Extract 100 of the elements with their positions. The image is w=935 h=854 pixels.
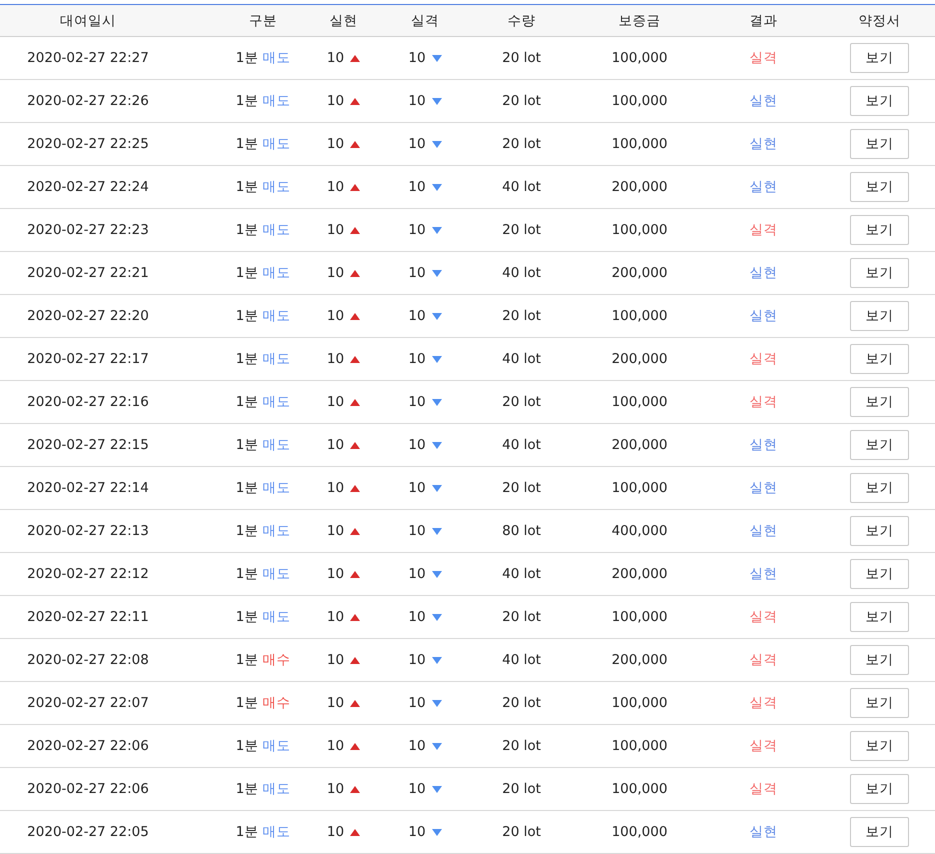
deposit-text: 100,000	[612, 738, 668, 754]
down-triangle-icon	[432, 184, 442, 190]
view-button[interactable]: 보기	[850, 817, 909, 847]
up-triangle-icon	[350, 54, 360, 62]
interval-text: 1분	[236, 823, 258, 841]
view-button[interactable]: 보기	[850, 387, 909, 417]
deposit-text: 100,000	[612, 394, 668, 410]
datetime-text: 2020-02-27 22:08	[27, 652, 149, 668]
deposit-text: 200,000	[612, 566, 668, 582]
quantity-text: 20 lot	[502, 222, 541, 238]
deposit-text: 100,000	[612, 609, 668, 625]
deposit-text: 100,000	[612, 308, 668, 324]
datetime-text: 2020-02-27 22:21	[27, 265, 149, 281]
interval-text: 1분	[236, 436, 258, 454]
count-text: 10	[326, 781, 344, 797]
count-text: 10	[326, 136, 344, 152]
deposit-text: 100,000	[612, 824, 668, 840]
count-text: 10	[408, 93, 426, 109]
view-button[interactable]: 보기	[850, 516, 909, 546]
view-button[interactable]: 보기	[850, 215, 909, 245]
view-button[interactable]: 보기	[850, 258, 909, 288]
count-text: 10	[326, 738, 344, 754]
count-text: 10	[408, 136, 426, 152]
result-text: 실격	[750, 780, 778, 798]
down-triangle-icon	[432, 98, 442, 104]
result-text: 실현	[750, 92, 778, 110]
interval-text: 1분	[236, 393, 258, 411]
quantity-text: 20 lot	[502, 824, 541, 840]
up-triangle-icon	[350, 356, 360, 362]
result-text: 실현	[750, 135, 778, 153]
view-button[interactable]: 보기	[850, 559, 909, 589]
count-text: 10	[326, 265, 344, 281]
column-header: 대여일시	[60, 12, 116, 30]
count-text: 10	[326, 652, 344, 668]
view-button[interactable]: 보기	[850, 301, 909, 331]
result-text: 실격	[750, 694, 778, 712]
count-text: 10	[326, 50, 344, 66]
datetime-text: 2020-02-27 22:23	[27, 222, 149, 238]
down-triangle-icon	[432, 140, 442, 148]
result-text: 실현	[750, 565, 778, 583]
interval-text: 1분	[236, 651, 258, 669]
view-button[interactable]: 보기	[850, 129, 909, 159]
view-button[interactable]: 보기	[850, 774, 909, 804]
count-text: 10	[408, 437, 426, 453]
interval-text: 1분	[236, 221, 258, 239]
down-triangle-icon	[432, 656, 442, 664]
quantity-text: 20 lot	[502, 738, 541, 754]
quantity-text: 80 lot	[502, 523, 541, 539]
interval-text: 1분	[236, 522, 258, 540]
deposit-text: 100,000	[612, 93, 668, 109]
up-triangle-icon	[350, 786, 360, 792]
side-text: 매도	[262, 608, 290, 626]
side-text: 매도	[262, 307, 290, 325]
up-triangle-icon	[350, 742, 360, 750]
view-button[interactable]: 보기	[850, 344, 909, 374]
result-text: 실현	[750, 823, 778, 841]
view-button[interactable]: 보기	[850, 602, 909, 632]
quantity-text: 20 lot	[502, 93, 541, 109]
view-button[interactable]: 보기	[850, 731, 909, 761]
view-button[interactable]: 보기	[850, 430, 909, 460]
result-text: 실현	[750, 307, 778, 325]
side-text: 매도	[262, 522, 290, 540]
interval-text: 1분	[236, 479, 258, 497]
interval-text: 1분	[236, 92, 258, 110]
side-text: 매도	[262, 737, 290, 755]
count-text: 10	[326, 394, 344, 410]
datetime-text: 2020-02-27 22:11	[27, 609, 149, 625]
result-text: 실격	[750, 350, 778, 368]
deposit-text: 200,000	[612, 652, 668, 668]
interval-text: 1분	[236, 49, 258, 67]
view-button[interactable]: 보기	[850, 473, 909, 503]
deposit-text: 100,000	[612, 781, 668, 797]
count-text: 10	[408, 523, 426, 539]
datetime-text: 2020-02-27 22:25	[27, 136, 149, 152]
view-button[interactable]: 보기	[850, 43, 909, 73]
side-text: 매도	[262, 221, 290, 239]
view-button[interactable]: 보기	[850, 86, 909, 116]
side-text: 매도	[262, 565, 290, 583]
view-button[interactable]: 보기	[850, 172, 909, 202]
interval-text: 1분	[236, 737, 258, 755]
interval-text: 1분	[236, 694, 258, 712]
deposit-text: 200,000	[612, 437, 668, 453]
interval-text: 1분	[236, 780, 258, 798]
view-button[interactable]: 보기	[850, 688, 909, 718]
datetime-text: 2020-02-27 22:06	[27, 738, 149, 754]
down-triangle-icon	[432, 828, 442, 836]
quantity-text: 40 lot	[502, 179, 541, 195]
view-button[interactable]: 보기	[850, 645, 909, 675]
column-header: 결과	[750, 12, 778, 30]
up-triangle-icon	[350, 226, 360, 234]
quantity-text: 40 lot	[502, 652, 541, 668]
down-triangle-icon	[432, 270, 442, 276]
quantity-text: 20 lot	[502, 136, 541, 152]
count-text: 10	[408, 738, 426, 754]
datetime-text: 2020-02-27 22:24	[27, 179, 149, 195]
result-text: 실격	[750, 393, 778, 411]
interval-text: 1분	[236, 565, 258, 583]
quantity-text: 20 lot	[502, 50, 541, 66]
down-triangle-icon	[432, 398, 442, 406]
count-text: 10	[326, 93, 344, 109]
